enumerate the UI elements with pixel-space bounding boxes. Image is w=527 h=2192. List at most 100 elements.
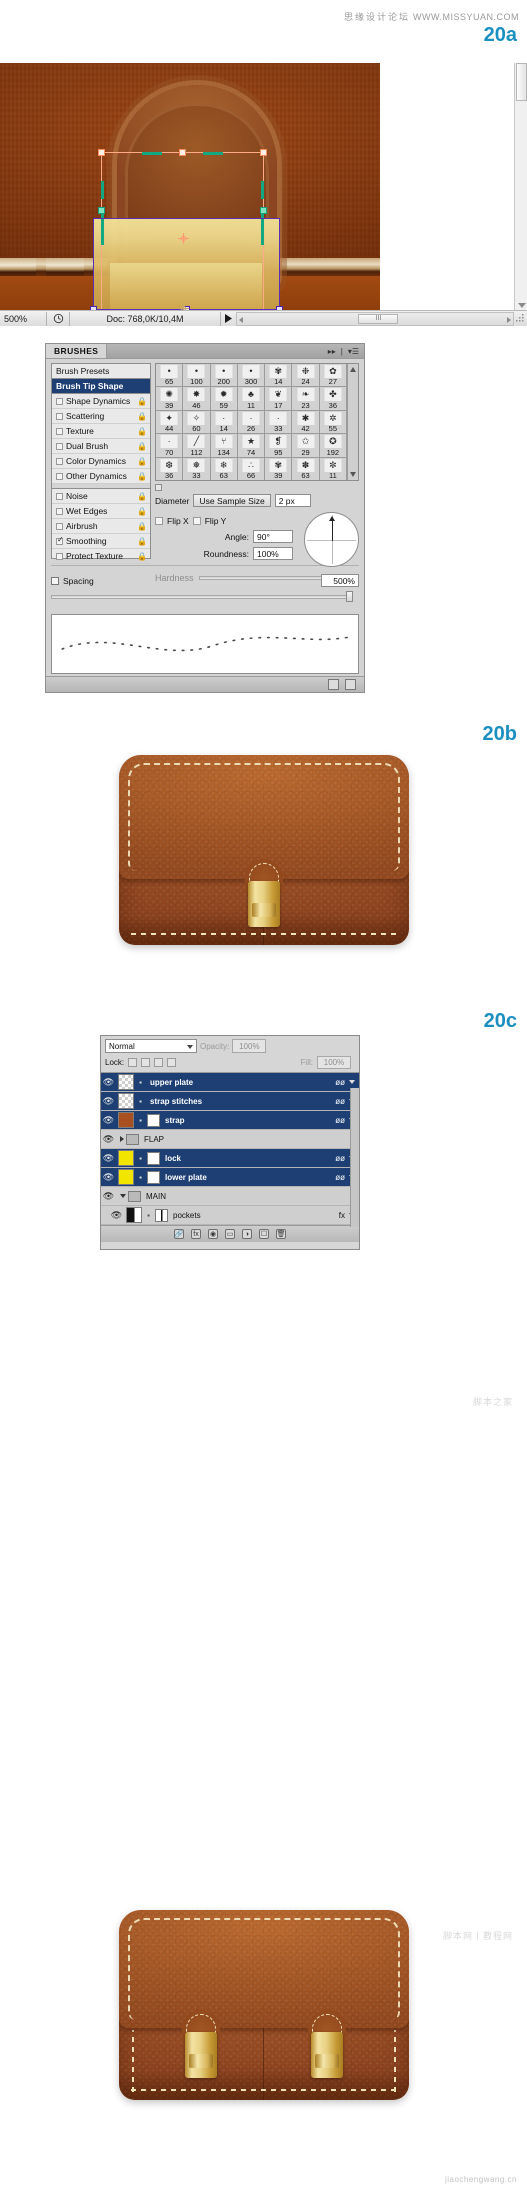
layer-thumbnail[interactable]: [126, 1207, 142, 1223]
checkbox[interactable]: [56, 457, 63, 465]
layer-group-name[interactable]: FLAP: [141, 1135, 357, 1144]
eye-icon[interactable]: 👁: [101, 1077, 116, 1088]
brush-tip-cell[interactable]: ✽ 63: [292, 457, 320, 480]
checkbox[interactable]: [56, 427, 63, 435]
chevron-down-icon[interactable]: [349, 1080, 355, 1084]
layers-scrollbar[interactable]: [350, 1088, 359, 1227]
dial-needle[interactable]: [331, 518, 333, 541]
brush-tip-cell[interactable]: ✾ 39: [265, 457, 293, 480]
lock-icon[interactable]: 🔒: [137, 457, 147, 466]
checkbox[interactable]: [56, 522, 63, 530]
brush-tip-cell[interactable]: ✼ 11: [319, 457, 347, 480]
lock-all-icon[interactable]: [167, 1058, 177, 1067]
brush-tip-cell[interactable]: · 26: [237, 410, 266, 435]
lock-move-icon[interactable]: [154, 1058, 164, 1067]
chevron-down-icon[interactable]: [120, 1194, 126, 1198]
checkbox[interactable]: [56, 397, 63, 405]
delete-brush-icon[interactable]: [345, 679, 356, 690]
brush-tip-cell[interactable]: · 33: [265, 410, 293, 435]
brush-tip-cell[interactable]: ✹ 59: [210, 387, 238, 411]
blend-mode-select[interactable]: Normal: [105, 1039, 197, 1053]
resize-grip-icon[interactable]: [515, 313, 527, 325]
layer-thumbnail[interactable]: [118, 1093, 134, 1109]
eye-icon[interactable]: 👁: [101, 1134, 116, 1145]
layer-row-pockets[interactable]: 👁 ▪ pockets fx: [101, 1206, 359, 1225]
new-layer-icon[interactable]: ☐: [259, 1229, 269, 1239]
brush-option-texture[interactable]: Texture 🔒: [52, 424, 150, 439]
brush-tip-cell[interactable]: ✱ 42: [292, 410, 320, 435]
layer-group-name[interactable]: MAIN: [143, 1192, 357, 1201]
checkbox[interactable]: [56, 442, 63, 450]
panel-menu-icon[interactable]: ▾☰: [348, 347, 359, 356]
brush-option-color-dynamics[interactable]: Color Dynamics 🔒: [52, 454, 150, 469]
brush-tip-cell[interactable]: · 70: [156, 434, 184, 458]
layer-mask-thumbnail[interactable]: [147, 1113, 160, 1127]
chevron-down-icon[interactable]: [187, 1045, 193, 1049]
layer-name[interactable]: upper plate: [147, 1078, 333, 1087]
tab-brushes[interactable]: BRUSHES: [46, 344, 108, 358]
flip-x-checkbox[interactable]: [155, 517, 163, 525]
lock-icon[interactable]: 🔒: [137, 427, 147, 436]
layer-effects-icon[interactable]: øø: [335, 1154, 347, 1163]
scrollbar-thumb[interactable]: III: [358, 313, 399, 324]
brush-tip-cell[interactable]: ❅ 33: [183, 457, 211, 480]
brush-tip-cell[interactable]: ✲ 55: [319, 410, 347, 435]
lock-icon[interactable]: 🔒: [137, 522, 147, 531]
checkbox[interactable]: [56, 535, 64, 545]
brush-tip-cell[interactable]: ★ 74: [237, 434, 266, 458]
brush-tip-cells[interactable]: • 65 • 100 • 200 • 300 ✾ 14 ❉ 24 ✿ 27 ✺ 39 ✸ 46 ✹…: [156, 364, 347, 480]
play-triangle-icon[interactable]: [221, 314, 235, 323]
brush-tip-grid[interactable]: • 65 • 100 • 200 • 300 ✾ 14 ❉ 24 ✿ 27 ✺ 39 ✸ 46 ✹…: [155, 363, 359, 481]
layer-name[interactable]: strap stitches: [147, 1097, 333, 1106]
canvas-horizontal-scrollbar[interactable]: III: [236, 311, 514, 326]
link-icon[interactable]: ▪: [136, 1173, 145, 1182]
clock-icon[interactable]: [47, 313, 69, 324]
brush-option-noise[interactable]: Noise 🔒: [52, 489, 150, 504]
brush-tip-cell[interactable]: ╱ 112: [183, 434, 211, 458]
brush-tip-cell[interactable]: ∴ 66: [237, 457, 266, 480]
layer-row-strap[interactable]: 👁 ▪ strap øø: [101, 1111, 359, 1130]
opacity-field[interactable]: 100%: [232, 1039, 267, 1053]
use-sample-size-button[interactable]: Use Sample Size: [193, 494, 271, 507]
scrollbar-thumb[interactable]: [516, 63, 527, 101]
spacing-checkbox[interactable]: [51, 576, 59, 585]
add-style-icon[interactable]: fx: [191, 1229, 201, 1239]
brush-option-wet-edges[interactable]: Wet Edges 🔒: [52, 504, 150, 519]
brush-tip-cell[interactable]: ✿ 27: [319, 364, 347, 388]
photoshop-canvas[interactable]: [0, 63, 380, 310]
lock-brush-icon[interactable]: [141, 1058, 151, 1067]
angle-value-field[interactable]: 90°: [253, 530, 293, 543]
brush-tip-cell[interactable]: ❄ 63: [210, 457, 238, 480]
brush-tip-cell[interactable]: • 100: [183, 364, 211, 388]
checkbox[interactable]: [56, 492, 63, 500]
layer-row-strap-stitches[interactable]: 👁 ▪ strap stitches øø: [101, 1092, 359, 1111]
spacing-slider-track[interactable]: [51, 594, 351, 599]
layer-effects-icon[interactable]: øø: [335, 1116, 347, 1125]
brush-tip-cell[interactable]: ⑂ 134: [210, 434, 238, 458]
lock-icon[interactable]: 🔒: [137, 397, 147, 406]
brush-tip-cell[interactable]: • 200: [210, 364, 238, 388]
link-icon[interactable]: ▪: [136, 1097, 145, 1106]
new-brush-icon[interactable]: [328, 679, 339, 690]
eye-icon[interactable]: 👁: [101, 1172, 116, 1183]
layer-group-row-flap[interactable]: 👁 FLAP: [101, 1130, 359, 1149]
brushes-panel-titlebar[interactable]: BRUSHES ▸▸ | ▾☰: [46, 344, 364, 359]
fill-field[interactable]: 100%: [317, 1056, 351, 1069]
brush-tip-cell[interactable]: • 65: [156, 364, 184, 388]
brush-option-protect-texture[interactable]: Protect Texture 🔒: [52, 549, 150, 564]
brush-tip-cell[interactable]: ✩ 29: [292, 434, 320, 458]
scroll-left-arrow[interactable]: [239, 316, 243, 323]
brush-tip-cell[interactable]: ❧ 23: [292, 387, 320, 411]
scroll-down-arrow-icon[interactable]: [518, 303, 526, 308]
brush-tip-cell[interactable]: ✺ 39: [156, 387, 184, 411]
roundness-value-field[interactable]: 100%: [253, 547, 293, 560]
layers-panel[interactable]: Normal Opacity: 100% Lock: Fill: 100% 👁 …: [100, 1035, 360, 1250]
layer-mask-thumbnail[interactable]: [155, 1208, 168, 1222]
spacing-value-field[interactable]: 500%: [321, 574, 359, 587]
new-fill-icon[interactable]: ◑: [242, 1229, 252, 1239]
lock-icon[interactable]: 🔒: [137, 507, 147, 516]
add-mask-icon[interactable]: ◉: [208, 1229, 218, 1239]
brush-tip-cell[interactable]: ✸ 46: [183, 387, 211, 411]
checkbox[interactable]: [56, 552, 63, 560]
spacing-slider-knob[interactable]: [346, 591, 353, 602]
